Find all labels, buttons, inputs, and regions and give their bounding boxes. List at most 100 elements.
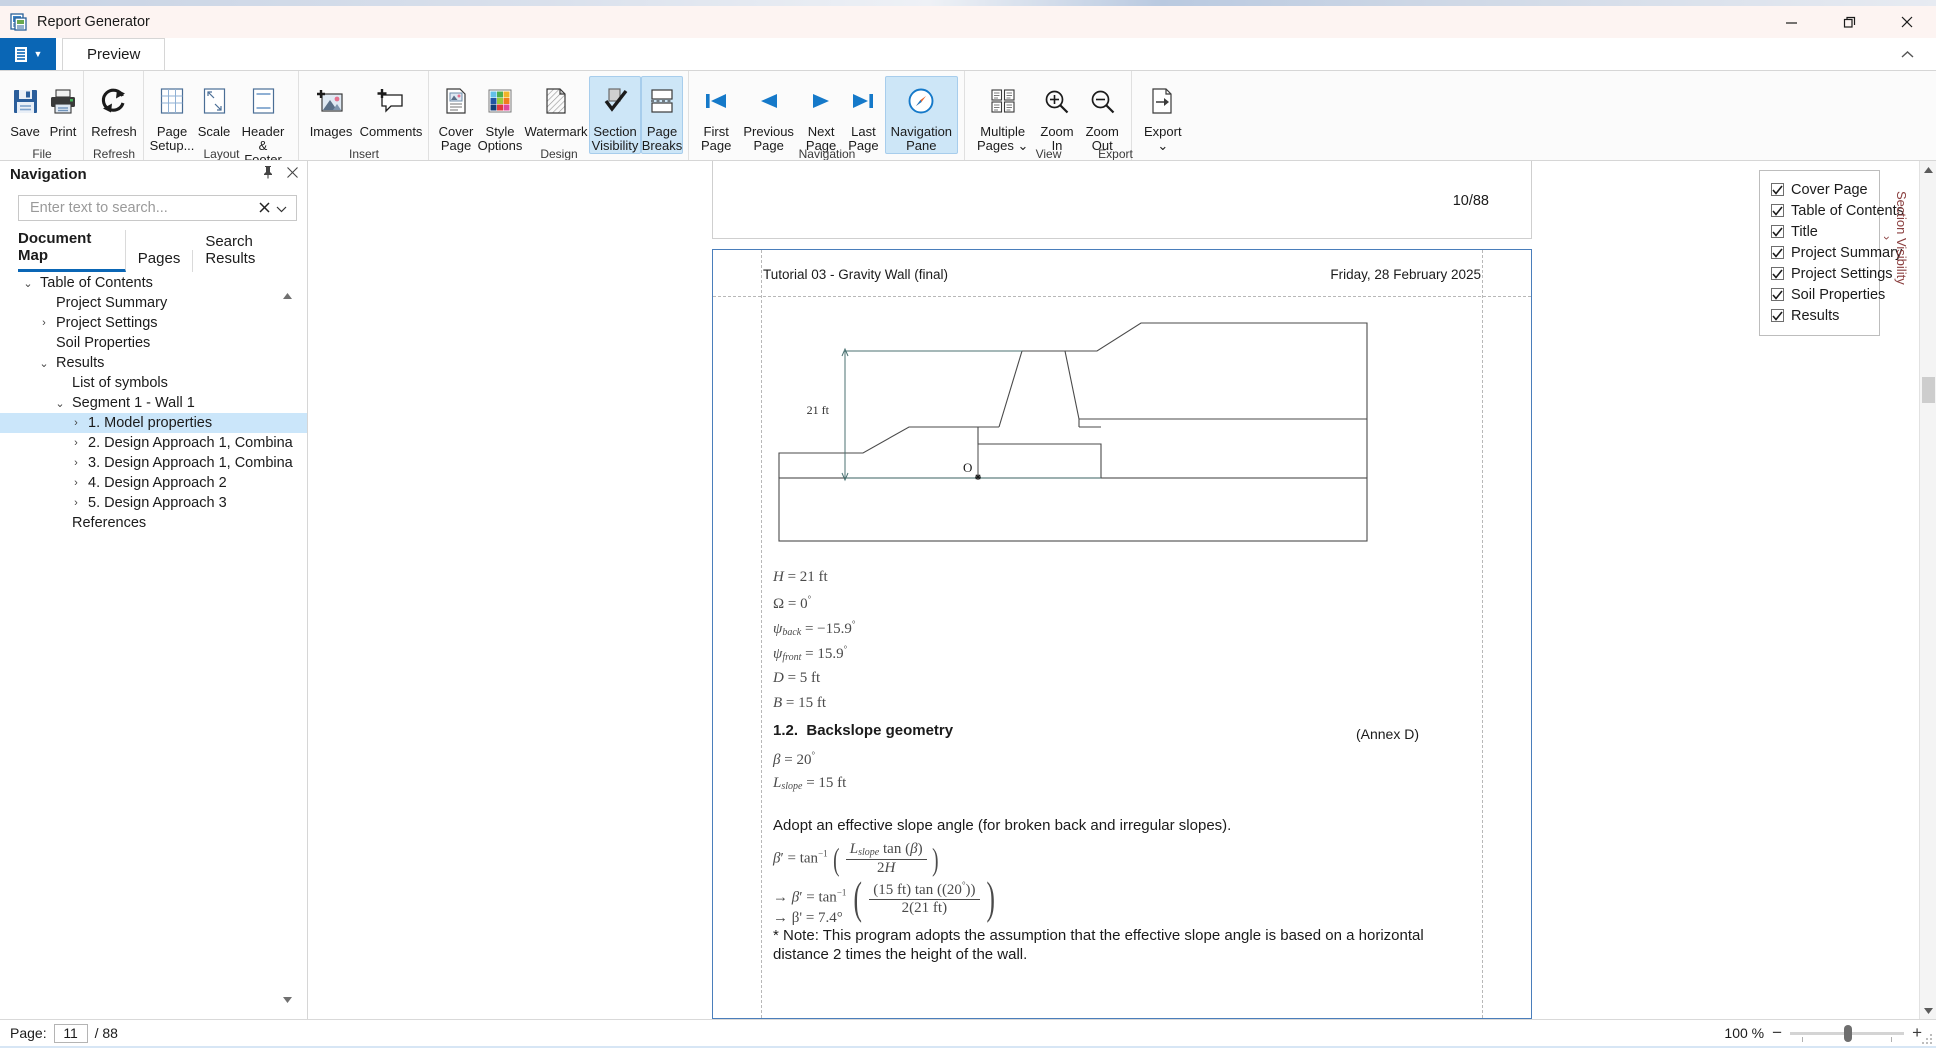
next-page-button[interactable]: Next Page xyxy=(800,76,842,154)
collapse-ribbon-icon[interactable] xyxy=(1894,42,1920,68)
tree-scroll-up-arrow[interactable] xyxy=(281,289,294,303)
chevron-down-icon[interactable] xyxy=(273,200,290,216)
chevron-right-icon[interactable]: › xyxy=(36,317,52,329)
tree-item[interactable]: References xyxy=(0,513,307,533)
section-visibility-row[interactable]: Table of Contents xyxy=(1771,200,1904,221)
page-setup-button[interactable]: Page Setup... xyxy=(150,76,194,154)
zoom-in-button[interactable]: Zoom In xyxy=(1034,76,1079,154)
tree-item[interactable]: › 5. Design Approach 3 xyxy=(0,493,307,513)
tree-item[interactable]: List of symbols xyxy=(0,373,307,393)
images-button[interactable]: Images xyxy=(305,76,357,140)
search-input[interactable] xyxy=(28,199,256,217)
watermark-button[interactable]: Watermark xyxy=(523,76,589,140)
zoom-slider[interactable] xyxy=(1790,1024,1905,1042)
tab-pages[interactable]: Pages xyxy=(126,250,194,272)
document-map-tree[interactable]: ⌄ Table of Contents Project Summary › Projec… xyxy=(0,273,307,1019)
tree-item-label: Soil Properties xyxy=(56,335,151,351)
print-button[interactable]: Print xyxy=(44,76,82,140)
page-breaks-button[interactable]: Page Breaks xyxy=(641,76,683,154)
status-bar: Page: 11 / 88 100 % − + xyxy=(0,1019,1936,1046)
chevron-down-icon[interactable]: ⌄ xyxy=(36,357,52,370)
tree-item[interactable]: › 1. Model properties xyxy=(0,413,307,433)
close-icon[interactable] xyxy=(286,166,299,183)
multiple-pages-button[interactable]: Multiple Pages ⌄ xyxy=(971,76,1034,154)
scrollbar-thumb[interactable] xyxy=(1922,377,1935,403)
scroll-up-arrow[interactable] xyxy=(1920,161,1936,178)
checkbox[interactable] xyxy=(1771,246,1784,259)
chevron-right-icon[interactable]: › xyxy=(68,437,84,449)
tab-preview[interactable]: Preview xyxy=(62,38,166,70)
chevron-right-icon[interactable]: › xyxy=(68,497,84,509)
document-viewer[interactable]: 10/88 Tutorial 03 - Gravity Wall (final)… xyxy=(309,161,1919,1019)
tree-item[interactable]: › 3. Design Approach 1, Combina xyxy=(0,453,307,473)
page-header: Tutorial 03 - Gravity Wall (final) Frida… xyxy=(763,267,1481,282)
resize-grip[interactable] xyxy=(1921,1032,1933,1044)
section-visibility-row[interactable]: Soil Properties xyxy=(1771,284,1885,305)
tree-item[interactable]: › 2. Design Approach 1, Combina xyxy=(0,433,307,453)
checkbox[interactable] xyxy=(1771,225,1784,238)
viewer-scrollbar[interactable] xyxy=(1919,161,1936,1019)
previous-page-button[interactable]: Previous Page xyxy=(737,76,800,154)
section-visibility-row[interactable]: Results xyxy=(1771,305,1869,326)
pin-icon[interactable] xyxy=(262,165,274,183)
first-page-button[interactable]: First Page xyxy=(695,76,737,154)
tree-item[interactable]: Project Summary xyxy=(0,293,307,313)
save-button[interactable]: Save xyxy=(6,76,44,140)
tree-scroll-down-arrow[interactable] xyxy=(281,993,294,1007)
cover-page-button[interactable]: Cover Page xyxy=(435,76,477,154)
checkbox[interactable] xyxy=(1771,267,1784,280)
print-icon xyxy=(49,81,77,121)
refresh-button[interactable]: Refresh xyxy=(90,76,138,140)
zoom-slider-thumb[interactable] xyxy=(1844,1024,1853,1042)
checkbox[interactable] xyxy=(1771,183,1784,196)
file-menu-button[interactable]: ▼ xyxy=(0,38,56,70)
section-visibility-row[interactable]: Title xyxy=(1771,221,1869,242)
previous-page-thumbnail[interactable]: 10/88 xyxy=(712,161,1532,239)
chevron-down-icon[interactable]: ⌄ xyxy=(52,397,68,410)
ribbon-group-labels: File Refresh Layout Insert Design Naviga… xyxy=(0,147,1936,161)
section-visibility-label: Soil Properties xyxy=(1791,286,1886,303)
header-right-text: Friday, 28 February 2025 xyxy=(1330,267,1481,282)
tab-document-map[interactable]: Document Map xyxy=(18,230,126,272)
style-options-button[interactable]: Style Options xyxy=(477,76,523,154)
tree-item[interactable]: › 4. Design Approach 2 xyxy=(0,473,307,493)
tree-item[interactable]: ⌄ Table of Contents xyxy=(0,273,307,293)
checkbox[interactable] xyxy=(1771,288,1784,301)
close-button[interactable] xyxy=(1878,6,1936,38)
section-visibility-row[interactable]: Cover Page xyxy=(1771,179,1869,200)
section-visibility-row[interactable]: Project Settings xyxy=(1771,263,1893,284)
tree-item[interactable]: ⌄ Segment 1 - Wall 1 xyxy=(0,393,307,413)
section-visibility-button[interactable]: Section Visibility xyxy=(589,76,641,154)
zoom-out-button[interactable]: Zoom Out xyxy=(1080,76,1125,154)
tree-item[interactable]: ⌄ Results xyxy=(0,353,307,373)
export-button[interactable]: Export ⌄ xyxy=(1138,76,1188,154)
chevron-right-icon[interactable]: › xyxy=(68,477,84,489)
equation-omega: Ω = 0° xyxy=(773,594,812,612)
current-page[interactable]: Tutorial 03 - Gravity Wall (final) Frida… xyxy=(712,249,1532,1019)
tree-item[interactable]: › Project Settings xyxy=(0,313,307,333)
last-page-button[interactable]: Last Page xyxy=(842,76,884,154)
section-visibility-label: Results xyxy=(1791,307,1840,324)
chevron-down-icon[interactable]: ⌄ xyxy=(20,277,36,290)
scale-label: Scale xyxy=(197,124,231,139)
section-visibility-row[interactable]: Project Summary xyxy=(1771,242,1902,263)
section-visibility-tab[interactable]: › Section Visibility xyxy=(1880,168,1909,308)
dimension-label-21ft: 21 ft xyxy=(807,403,830,417)
page-number-input[interactable]: 11 xyxy=(53,1023,88,1043)
checkbox[interactable] xyxy=(1771,309,1784,322)
scale-button[interactable]: Scale xyxy=(194,76,234,140)
minimize-button[interactable] xyxy=(1762,6,1820,38)
zoom-out-button[interactable]: − xyxy=(1772,1023,1782,1043)
tree-item[interactable]: Soil Properties xyxy=(0,333,307,353)
checkbox[interactable] xyxy=(1771,204,1784,217)
maximize-button[interactable] xyxy=(1820,6,1878,38)
comments-button[interactable]: Comments xyxy=(357,76,425,140)
clear-icon[interactable] xyxy=(256,200,273,216)
chevron-right-icon[interactable]: › xyxy=(68,417,84,429)
chevron-right-icon[interactable]: › xyxy=(68,457,84,469)
navigation-pane-icon xyxy=(907,81,935,121)
navigation-pane-button[interactable]: Navigation Pane xyxy=(884,76,959,154)
scroll-down-arrow[interactable] xyxy=(1920,1002,1936,1019)
tab-search-results[interactable]: Search Results xyxy=(193,233,307,272)
navigation-search-box[interactable] xyxy=(18,195,297,221)
